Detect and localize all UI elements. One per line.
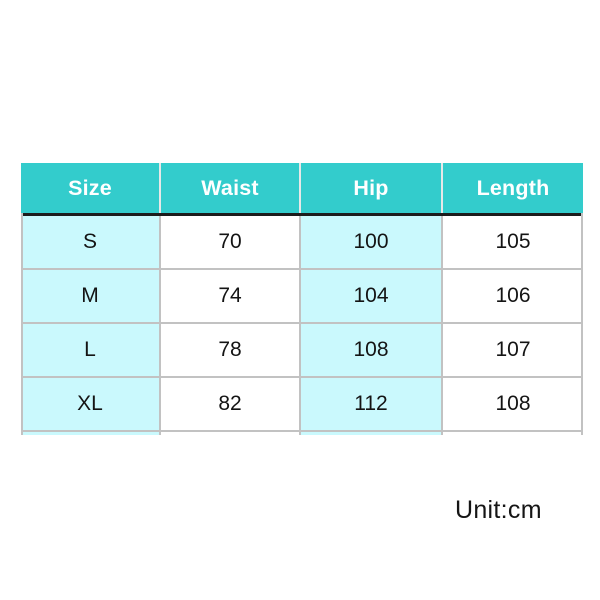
cell-hip: 112 <box>300 376 443 432</box>
cell-size: L <box>21 322 161 378</box>
cell-waist <box>160 430 301 435</box>
table-body: S 70 100 105 M 74 104 106 L 78 108 107 X… <box>21 214 583 435</box>
table-row: XL 82 112 108 <box>21 376 583 432</box>
cell-length: 106 <box>442 268 583 324</box>
cell-hip: 108 <box>300 322 443 378</box>
cell-length: 105 <box>442 214 583 270</box>
size-chart-table-container: Size Waist Hip Length S 70 100 105 M 74 … <box>21 163 583 435</box>
cell-waist: 74 <box>160 268 301 324</box>
table-header: Size Waist Hip Length <box>21 163 583 216</box>
table-row-clipped <box>21 430 583 435</box>
cell-size <box>21 430 161 435</box>
size-chart-canvas: Size Waist Hip Length S 70 100 105 M 74 … <box>0 0 600 600</box>
table-left-border <box>21 213 23 435</box>
cell-waist: 82 <box>160 376 301 432</box>
table-row: S 70 100 105 <box>21 214 583 270</box>
table-row: L 78 108 107 <box>21 322 583 378</box>
cell-length: 108 <box>442 376 583 432</box>
column-header-hip: Hip <box>300 163 443 216</box>
cell-size: S <box>21 214 161 270</box>
unit-note: Unit:cm <box>455 496 542 524</box>
cell-hip <box>300 430 443 435</box>
table-right-border <box>581 213 583 435</box>
size-chart-table: Size Waist Hip Length S 70 100 105 M 74 … <box>21 163 583 435</box>
column-header-size: Size <box>21 163 161 216</box>
cell-hip: 100 <box>300 214 443 270</box>
cell-waist: 78 <box>160 322 301 378</box>
cell-hip: 104 <box>300 268 443 324</box>
cell-size: M <box>21 268 161 324</box>
column-header-waist: Waist <box>160 163 301 216</box>
cell-waist: 70 <box>160 214 301 270</box>
table-header-row: Size Waist Hip Length <box>21 163 583 216</box>
cell-length <box>442 430 583 435</box>
cell-length: 107 <box>442 322 583 378</box>
cell-size: XL <box>21 376 161 432</box>
table-row: M 74 104 106 <box>21 268 583 324</box>
column-header-length: Length <box>442 163 583 216</box>
